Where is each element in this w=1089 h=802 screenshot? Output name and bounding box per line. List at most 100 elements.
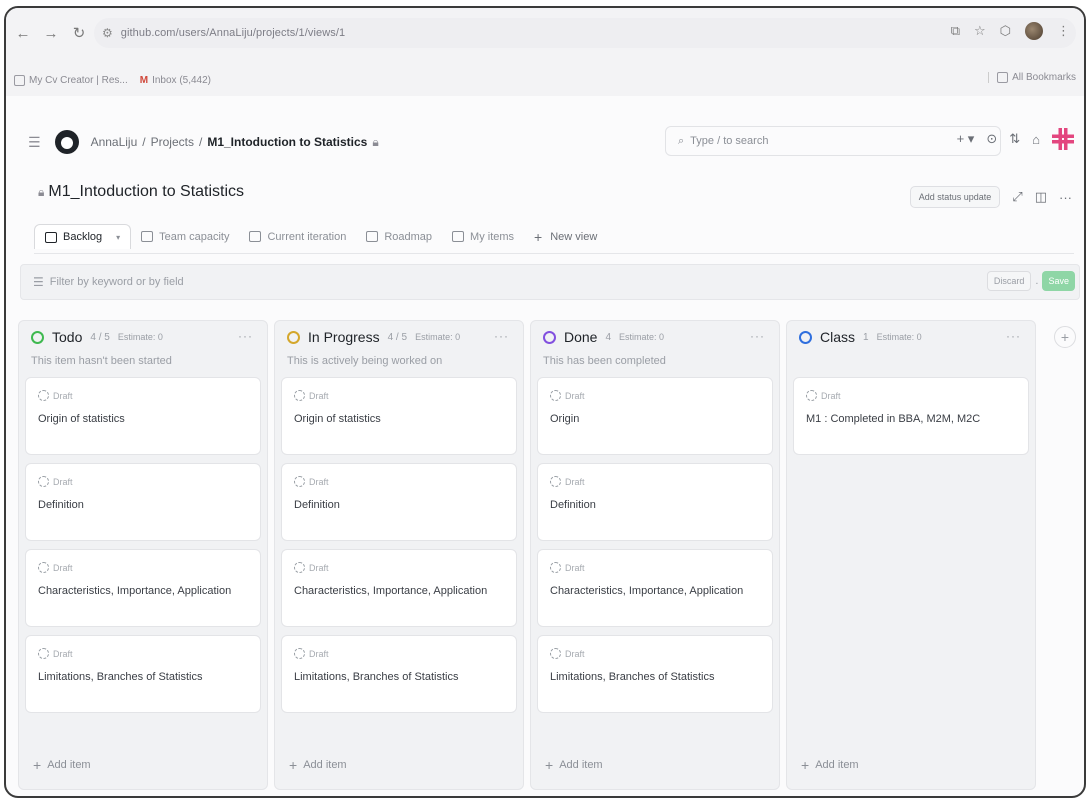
column-estimate: Estimate: 0 (415, 332, 461, 342)
card-title[interactable]: Definition (550, 499, 760, 511)
reload-icon[interactable]: ↻ (68, 24, 90, 42)
breadcrumb: AnnaLiju / Projects / M1_Intoduction to … (91, 135, 379, 150)
column-menu-icon[interactable]: ··· (1006, 329, 1021, 343)
column-count: 4 (605, 331, 612, 343)
add-item-button[interactable]: + Add item (33, 757, 91, 773)
board-card[interactable]: Draft Origin (537, 377, 773, 455)
board-card[interactable]: Draft Limitations, Branches of Statistic… (281, 635, 517, 713)
breadcrumb-separator: / (142, 135, 146, 149)
chevron-down-icon[interactable]: ▾ (116, 233, 120, 242)
card-title[interactable]: Origin of statistics (294, 413, 504, 425)
board-card[interactable]: Draft Definition (537, 463, 773, 541)
column-menu-icon[interactable]: ··· (750, 329, 765, 343)
insights-icon[interactable]: ⤢ (1012, 189, 1022, 205)
column-menu-icon[interactable]: ··· (238, 329, 253, 343)
bookmark-item[interactable]: M Inbox (5,442) (140, 75, 211, 86)
card-title[interactable]: Characteristics, Importance, Application (38, 585, 248, 597)
board-card[interactable]: Draft Definition (281, 463, 517, 541)
board-card[interactable]: Draft Characteristics, Importance, Appli… (537, 549, 773, 627)
header-actions: + ▾ ⊙ ⇅ ⌂ (957, 128, 1074, 150)
column-menu-icon[interactable]: ··· (494, 329, 509, 343)
card-title[interactable]: Characteristics, Importance, Application (294, 585, 504, 597)
board-card[interactable]: Draft Origin of statistics (25, 377, 261, 455)
draft-label: Draft (309, 390, 329, 401)
board-card[interactable]: Draft Definition (25, 463, 261, 541)
board-card[interactable]: Draft Limitations, Branches of Statistic… (537, 635, 773, 713)
all-bookmarks-button[interactable]: All Bookmarks (988, 72, 1076, 83)
column-todo: Todo 4 / 5 Estimate: 0 ··· This item has… (18, 320, 268, 790)
status-circle-icon (31, 330, 44, 344)
column-header: In Progress 4 / 5 Estimate: 0 ··· (275, 321, 523, 353)
board-card[interactable]: Draft Origin of statistics (281, 377, 517, 455)
card-title[interactable]: Limitations, Branches of Statistics (550, 671, 760, 683)
card-title[interactable]: Definition (38, 499, 248, 511)
side-panel-icon[interactable]: ◫ (1035, 189, 1047, 205)
draft-label: Draft (565, 562, 585, 573)
board-card[interactable]: Draft M1 : Completed in BBA, M2M, M2C (793, 377, 1029, 455)
column-header: Class 1 Estimate: 0 ··· (787, 321, 1035, 353)
add-item-button[interactable]: + Add item (289, 757, 347, 773)
card-title[interactable]: Origin of statistics (38, 413, 248, 425)
hamburger-menu-icon[interactable]: ☰ (28, 134, 41, 151)
add-item-label: Add item (47, 759, 91, 771)
board-card[interactable]: Draft Characteristics, Importance, Appli… (281, 549, 517, 627)
column-description: This is actively being worked on (287, 355, 443, 367)
card-title[interactable]: Origin (550, 413, 760, 425)
extensions-icon[interactable]: ⬡ (1000, 23, 1011, 39)
card-title[interactable]: Characteristics, Importance, Application (550, 585, 760, 597)
column-name: In Progress (308, 329, 380, 345)
tab-roadmap[interactable]: Roadmap (356, 225, 442, 249)
issues-icon[interactable]: ⊙ (986, 131, 997, 147)
inbox-icon[interactable]: ⌂ (1032, 132, 1040, 147)
forward-icon[interactable]: → (40, 25, 62, 42)
board-card[interactable]: Draft Limitations, Branches of Statistic… (25, 635, 261, 713)
back-icon[interactable]: ← (12, 25, 34, 42)
card-title[interactable]: Limitations, Branches of Statistics (294, 671, 504, 683)
breadcrumb-project[interactable]: M1_Intoduction to Statistics (207, 135, 367, 149)
search-input[interactable]: ⌕ Type / to search (665, 126, 1001, 156)
bookmark-item[interactable]: My Cv Creator | Res... (14, 74, 128, 86)
board-card[interactable]: Draft Characteristics, Importance, Appli… (25, 549, 261, 627)
new-view-button[interactable]: + New view (524, 223, 607, 251)
plus-icon: + (33, 757, 42, 773)
card-title[interactable]: M1 : Completed in BBA, M2M, M2C (806, 413, 1016, 425)
tab-team-capacity[interactable]: Team capacity (131, 225, 239, 249)
status-circle-icon (543, 330, 556, 344)
user-avatar[interactable] (1052, 128, 1074, 150)
draft-icon (38, 390, 49, 401)
filter-icon: ☰ (33, 275, 44, 289)
tab-current-iteration[interactable]: Current iteration (239, 225, 356, 249)
board-icon (45, 231, 57, 243)
add-item-button[interactable]: + Add item (801, 757, 859, 773)
draft-label: Draft (309, 648, 329, 659)
column-header: Done 4 Estimate: 0 ··· (531, 321, 779, 353)
install-icon[interactable]: ⧉ (951, 23, 960, 39)
discard-button[interactable]: Discard (986, 271, 1032, 291)
create-new-icon[interactable]: + ▾ (957, 131, 975, 147)
address-bar[interactable]: ⚙ github.com/users/AnnaLiju/projects/1/v… (94, 18, 1076, 48)
breadcrumb-projects[interactable]: Projects (151, 135, 194, 149)
board-icon (249, 231, 262, 242)
tab-my-items[interactable]: My items (442, 225, 524, 249)
more-options-icon[interactable]: ··· (1059, 190, 1072, 205)
filter-input[interactable]: ☰ Filter by keyword or by field Discard … (20, 264, 1080, 300)
save-button[interactable]: Save (1042, 271, 1075, 291)
bookmark-star-icon[interactable]: ☆ (974, 23, 986, 39)
site-info-icon[interactable]: ⚙ (102, 26, 113, 40)
github-logo-icon[interactable] (54, 130, 79, 154)
card-title[interactable]: Definition (294, 499, 504, 511)
add-status-update-button[interactable]: Add status update (909, 186, 1001, 208)
tab-backlog[interactable]: Backlog ▾ (34, 224, 132, 249)
pull-requests-icon[interactable]: ⇅ (1009, 131, 1020, 147)
add-item-button[interactable]: + Add item (545, 757, 603, 773)
browser-menu-icon[interactable]: ⋮ (1057, 23, 1070, 39)
board: Todo 4 / 5 Estimate: 0 ··· This item has… (18, 320, 1054, 790)
card-title[interactable]: Limitations, Branches of Statistics (38, 671, 248, 683)
add-column-button[interactable]: + (1054, 326, 1076, 348)
draft-status: Draft (294, 476, 504, 487)
browser-chrome: ← → ↻ ⚙ github.com/users/AnnaLiju/projec… (6, 8, 1084, 96)
profile-avatar[interactable] (1025, 22, 1043, 40)
breadcrumb-user[interactable]: AnnaLiju (91, 135, 138, 149)
tab-label: Roadmap (384, 230, 433, 243)
draft-status: Draft (38, 476, 248, 487)
